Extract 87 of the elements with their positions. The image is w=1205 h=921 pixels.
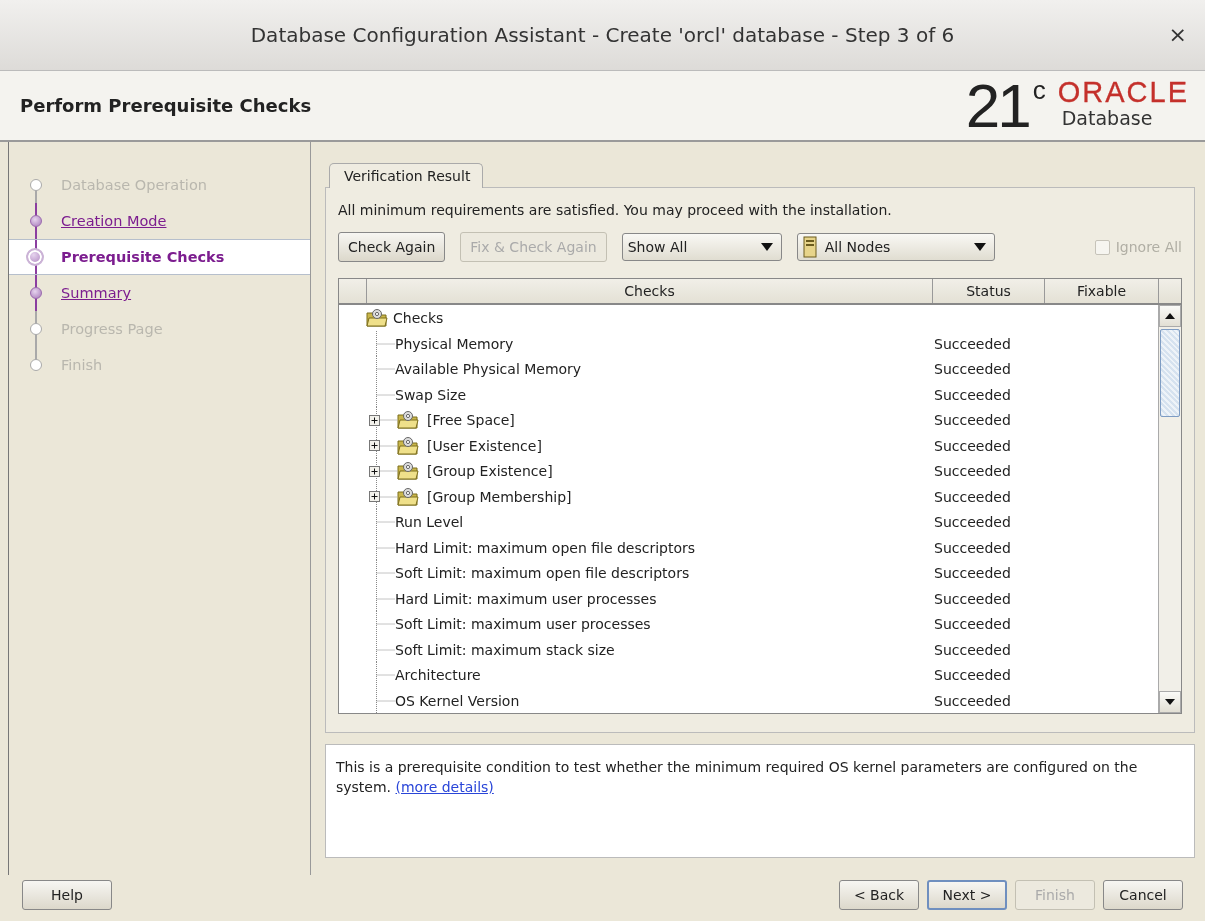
cancel-button[interactable]: Cancel [1103, 880, 1183, 910]
check-status: Succeeded [933, 641, 1012, 658]
check-name[interactable]: [User Existence] [427, 437, 542, 454]
folder-gear-icon [397, 487, 419, 506]
check-status: Succeeded [933, 361, 1012, 377]
step-link[interactable]: Creation Mode [61, 213, 167, 229]
folder-gear-icon [397, 462, 419, 480]
check-status: Succeeded [933, 386, 1012, 403]
check-status: Succeeded [933, 488, 1012, 505]
check-name[interactable]: Hard Limit: maximum user processes [395, 590, 657, 607]
folder-gear-icon [397, 436, 419, 455]
check-name[interactable]: Run Level [395, 514, 464, 530]
expand-icon[interactable] [369, 414, 380, 426]
step-link[interactable]: Summary [61, 285, 132, 301]
filter-dropdown[interactable]: Show All [621, 233, 782, 261]
check-name[interactable]: Available Physical Memory [395, 361, 582, 377]
check-name[interactable]: [Free Space] [427, 412, 515, 428]
expand-icon[interactable] [369, 491, 380, 502]
product-name: Database [1061, 106, 1154, 129]
expand-icon[interactable] [369, 465, 380, 477]
column-header[interactable]: Fixable [1045, 279, 1159, 303]
scroll-down-button[interactable] [1159, 691, 1181, 713]
check-status: Succeeded [933, 335, 1012, 352]
window-title: Database Configuration Assistant - Create 'orcl' database - Step 3 of 6 [250, 23, 955, 47]
wizard-button[interactable]: Next > [927, 880, 1007, 910]
check-status: Succeeded [933, 463, 1012, 479]
folder-gear-icon [397, 411, 419, 429]
version-suffix: c [1032, 74, 1046, 106]
more-details-link[interactable]: (more details) [395, 779, 494, 795]
version-number: 21 [965, 76, 1029, 135]
tree-line [375, 662, 395, 688]
expand-icon[interactable] [369, 440, 380, 451]
tree-line [375, 560, 395, 586]
check-name[interactable]: [Group Existence] [427, 463, 553, 479]
check-status: Succeeded [933, 565, 1012, 581]
check-status: Succeeded [933, 590, 1012, 607]
check-again-button[interactable]: Check Again [338, 232, 446, 262]
tree-line [375, 381, 395, 408]
folder-gear-icon [366, 308, 388, 327]
tab[interactable]: Verification Result [329, 163, 484, 188]
scrollbar-thumb[interactable] [1160, 329, 1180, 417]
close-button[interactable]: × [1164, 22, 1191, 47]
check-status: Succeeded [933, 412, 1012, 428]
check-name[interactable]: OS Kernel Version [395, 692, 520, 709]
tree-line [375, 585, 395, 612]
nodes-dropdown[interactable]: All Nodes [796, 233, 995, 261]
ignore-all-label: Ignore All [1115, 239, 1182, 255]
scroll-up-button[interactable] [1159, 305, 1181, 327]
scrollbar[interactable] [1158, 305, 1181, 713]
status-message: All minimum requirements are satisfied. You may proceed with the installation. [338, 202, 893, 218]
check-status: Succeeded [933, 692, 1012, 709]
brand-logo: ORACLE [1057, 76, 1189, 107]
check-name[interactable]: [Group Membership] [427, 488, 572, 505]
tree-line [375, 356, 395, 382]
tree-line [375, 330, 395, 357]
column-header[interactable]: Status [933, 279, 1045, 303]
description-text: This is a prerequisite condition to test whether the minimum required OS kernel parameters are configured on the system. (more details) [325, 744, 1195, 858]
check-status: Succeeded [933, 514, 1012, 530]
check-name[interactable]: Soft Limit: maximum user processes [395, 616, 651, 632]
up-arrow-icon [1165, 313, 1175, 319]
tree-line [375, 534, 395, 561]
check-status: Succeeded [933, 616, 1012, 632]
server-icon [802, 236, 817, 258]
help-button[interactable]: Help [22, 880, 112, 910]
tree-line [375, 458, 397, 484]
caret-icon [973, 243, 986, 251]
page-title: Perform Prerequisite Checks [20, 95, 312, 116]
tree-line [375, 483, 397, 510]
column-header[interactable]: Checks [367, 279, 933, 303]
tree-line [375, 611, 395, 637]
caret-icon [760, 243, 773, 251]
tree-line [375, 509, 395, 535]
check-name[interactable]: Soft Limit: maximum stack size [395, 641, 615, 658]
check-name[interactable]: Soft Limit: maximum open file descriptors [395, 565, 690, 581]
wizard-button[interactable]: < Back [839, 880, 919, 910]
check-name[interactable]: Architecture [395, 667, 481, 683]
check-name[interactable]: Checks [393, 309, 444, 326]
tree-line [375, 407, 397, 433]
check-status: Succeeded [933, 437, 1012, 454]
down-arrow-icon [1165, 699, 1175, 705]
check-status: Succeeded [933, 539, 1012, 556]
tree-line [375, 432, 397, 459]
check-status: Succeeded [933, 667, 1012, 683]
check-name[interactable]: Swap Size [395, 386, 466, 403]
check-name[interactable]: Hard Limit: maximum open file descriptors [395, 539, 696, 556]
tree-line [375, 636, 395, 663]
check-name[interactable]: Physical Memory [395, 335, 514, 352]
